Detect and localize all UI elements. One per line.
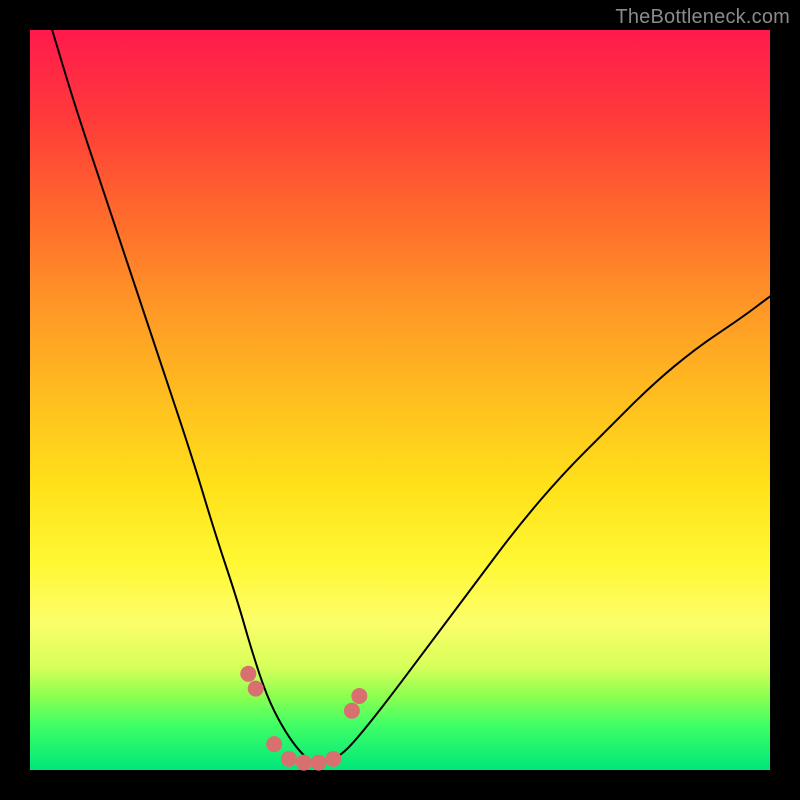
cluster-point [311,755,327,771]
watermark-text: TheBottleneck.com [615,6,790,29]
cluster-point [281,751,297,767]
chart-frame: TheBottleneck.com [0,0,800,800]
bottom-cluster-markers [240,666,367,771]
cluster-point [344,703,360,719]
chart-svg [30,30,770,770]
cluster-point [296,755,312,771]
cluster-point [351,688,367,704]
cluster-point [325,751,341,767]
cluster-point [248,681,264,697]
bottleneck-curve [52,30,770,763]
cluster-point [266,736,282,752]
plot-area [30,30,770,770]
cluster-point [240,666,256,682]
